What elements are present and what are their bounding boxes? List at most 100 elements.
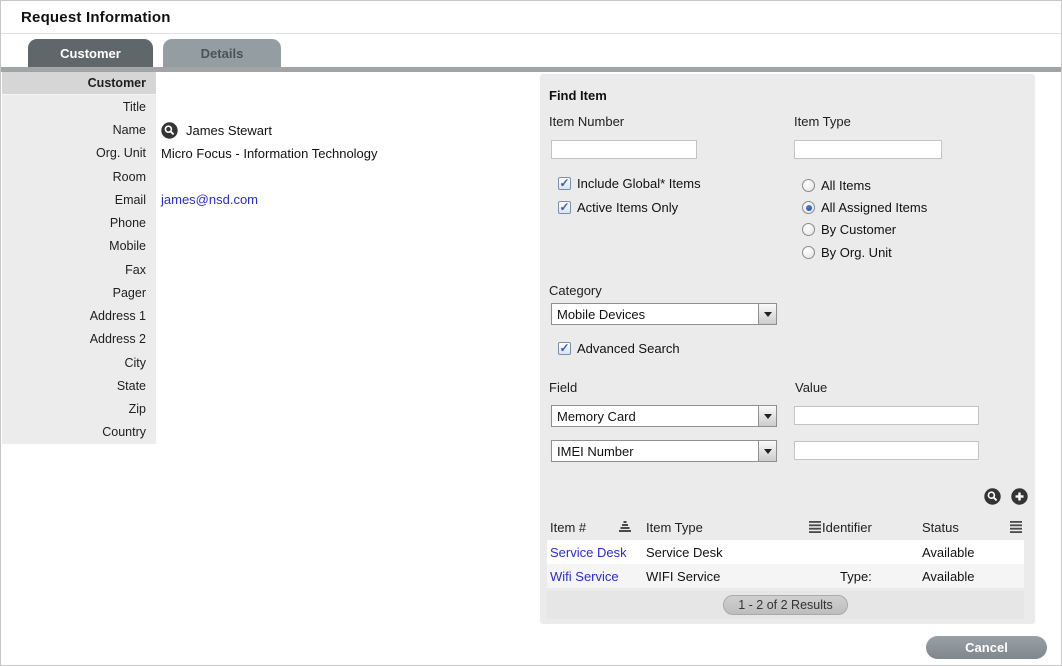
field-selected-value: Memory Card <box>557 408 636 424</box>
tab-strip: Customer Details <box>1 35 1061 67</box>
active-items-only-checkbox[interactable] <box>558 201 571 214</box>
customer-field-list: Customer Title Name James Stewart Org. U… <box>2 72 532 444</box>
all-assigned-items-radio-row: All Assigned Items <box>802 200 927 215</box>
by-org-unit-radio-row: By Org. Unit <box>802 245 892 260</box>
search-actions <box>984 488 1028 505</box>
field-row-address1: Address 1 <box>2 304 532 328</box>
category-selected-value: Mobile Devices <box>557 306 646 322</box>
by-customer-radio-row: By Customer <box>802 222 896 237</box>
cancel-button[interactable]: Cancel <box>926 636 1047 659</box>
field-row-zip: Zip <box>2 397 532 421</box>
chevron-down-icon <box>758 304 776 324</box>
column-header-status: Status <box>922 519 959 535</box>
radio-label: By Customer <box>821 222 897 237</box>
item-type-cell: Service Desk <box>646 544 723 560</box>
field-label: Room <box>2 165 156 189</box>
radio-label: All Items <box>821 178 871 193</box>
field-row-state: State <box>2 374 532 398</box>
tab-details[interactable]: Details <box>163 39 281 67</box>
field-selected-value: IMEI Number <box>557 443 634 459</box>
all-items-radio-row: All Items <box>802 178 871 193</box>
sort-ascending-icon[interactable] <box>618 520 632 534</box>
request-information-window: Request Information Customer Details Cus… <box>0 0 1062 666</box>
field-row-email: Email james@nsd.com <box>2 188 532 212</box>
field-label: Org. Unit <box>2 141 156 165</box>
field-label: Title <box>2 95 156 119</box>
checkbox-label: Active Items Only <box>577 200 679 215</box>
field-select-2[interactable]: IMEI Number <box>551 440 777 462</box>
by-customer-radio[interactable] <box>802 223 815 236</box>
category-select[interactable]: Mobile Devices <box>551 303 777 325</box>
field-row-phone: Phone <box>2 211 532 235</box>
active-items-only-row: Active Items Only <box>558 200 678 215</box>
field-row-address2: Address 2 <box>2 327 532 351</box>
chevron-down-icon <box>758 441 776 461</box>
field-label: Customer <box>2 72 156 96</box>
all-assigned-items-radio[interactable] <box>802 201 815 214</box>
radio-label: All Assigned Items <box>821 200 928 215</box>
pagination-status: 1 - 2 of 2 Results <box>723 595 848 615</box>
column-header-item-type: Item Type <box>646 519 703 535</box>
column-header-identifier: Identifier <box>822 519 872 535</box>
value-input-2[interactable] <box>794 441 979 460</box>
item-type-input[interactable] <box>794 140 942 159</box>
by-org-unit-radio[interactable] <box>802 246 815 259</box>
search-icon[interactable] <box>984 488 1001 505</box>
field-row-pager: Pager <box>2 281 532 305</box>
field-row-fax: Fax <box>2 258 532 282</box>
email-link[interactable]: james@nsd.com <box>161 192 258 207</box>
field-row-room: Room <box>2 165 532 189</box>
field-row-mobile: Mobile <box>2 234 532 258</box>
field-row-customer: Customer <box>2 72 532 96</box>
item-number-input[interactable] <box>551 140 697 159</box>
checkbox-label: Advanced Search <box>577 341 680 356</box>
find-item-heading: Find Item <box>549 88 607 103</box>
field-row-title: Title <box>2 95 532 119</box>
tab-customer[interactable]: Customer <box>28 39 153 67</box>
category-label: Category <box>549 283 602 298</box>
value-input-1[interactable] <box>794 406 979 425</box>
results-table: Item # Item Type Identifier Status Servi… <box>547 514 1024 619</box>
value-column-label: Value <box>795 380 828 395</box>
checkbox-label: Include Global* Items <box>577 176 701 191</box>
org-unit-value: Micro Focus - Information Technology <box>161 145 378 161</box>
item-type-label: Item Type <box>794 114 851 129</box>
field-row-country: Country <box>2 420 532 444</box>
field-label: Pager <box>2 281 156 305</box>
field-row-org-unit: Org. Unit Micro Focus - Information Tech… <box>2 141 532 165</box>
field-column-label: Field <box>549 380 578 395</box>
field-label: Phone <box>2 211 156 235</box>
item-link[interactable]: Wifi Service <box>550 569 619 584</box>
table-row: Service Desk Service Desk Available <box>547 540 1024 564</box>
field-select-1[interactable]: Memory Card <box>551 405 777 427</box>
column-menu-icon[interactable] <box>1009 520 1023 534</box>
include-global-items-row: Include Global* Items <box>558 176 701 191</box>
table-row: Wifi Service WIFI Service Type: Availabl… <box>547 564 1024 588</box>
customer-name-value: James Stewart <box>186 122 272 138</box>
field-label: City <box>2 351 156 375</box>
advanced-search-checkbox[interactable] <box>558 342 571 355</box>
field-label: Zip <box>2 397 156 421</box>
include-global-items-checkbox[interactable] <box>558 177 571 190</box>
radio-label: By Org. Unit <box>821 245 892 260</box>
search-user-icon[interactable] <box>161 121 178 139</box>
add-icon[interactable] <box>1011 488 1028 505</box>
item-link[interactable]: Service Desk <box>550 545 627 560</box>
field-label: Country <box>2 420 156 444</box>
find-item-panel: Find Item Item Number Item Type Include … <box>540 74 1035 624</box>
chevron-down-icon <box>758 406 776 426</box>
field-row-name: Name James Stewart <box>2 118 532 142</box>
status-cell: Available <box>922 568 975 584</box>
field-label: Address 1 <box>2 304 156 328</box>
title-bar: Request Information <box>1 1 1061 34</box>
item-type-cell: WIFI Service <box>646 568 721 584</box>
field-label: Fax <box>2 258 156 282</box>
results-header: Item # Item Type Identifier Status <box>547 514 1024 540</box>
status-cell: Available <box>922 544 975 560</box>
all-items-radio[interactable] <box>802 179 815 192</box>
field-row-city: City <box>2 351 532 375</box>
item-number-label: Item Number <box>549 114 625 129</box>
field-label: Mobile <box>2 234 156 258</box>
column-menu-icon[interactable] <box>808 520 822 534</box>
field-label: State <box>2 374 156 398</box>
